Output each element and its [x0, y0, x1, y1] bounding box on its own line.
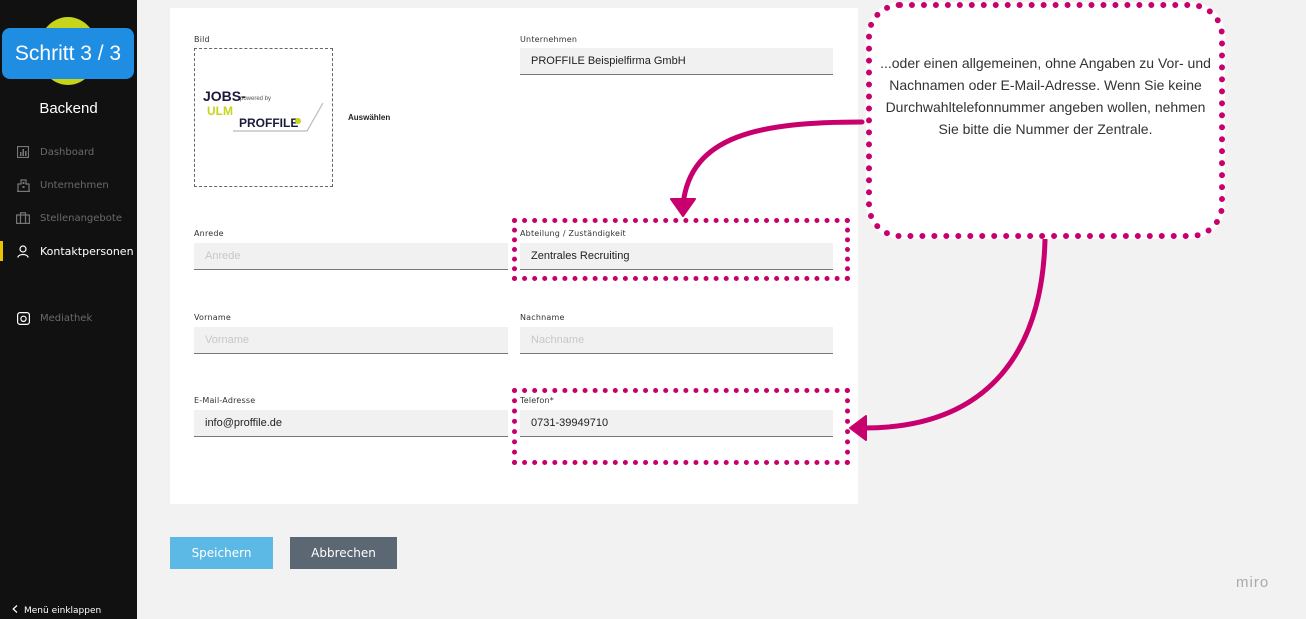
collapse-menu-button[interactable]: Menü einklappen [12, 605, 101, 616]
sidebar: Schritt 3 / 3 Backend Dashboard Unterneh… [0, 0, 137, 619]
company-logo-image: JOBS- ULM powered by PROFFILE [203, 88, 324, 132]
sidebar-item-label: Unternehmen [40, 179, 109, 191]
email-input[interactable]: info@proffile.de [194, 410, 508, 437]
logo-text-brand: PROFFILE [239, 116, 298, 130]
cancel-button[interactable]: Abbrechen [290, 537, 397, 569]
image-dropzone[interactable]: JOBS- ULM powered by PROFFILE [194, 48, 333, 187]
logo-text-powered: powered by [240, 96, 271, 102]
sidebar-item-label: Dashboard [40, 146, 95, 158]
camera-icon [16, 311, 30, 325]
choose-image-button[interactable]: Auswählen [348, 113, 390, 122]
sidebar-item-label: Mediathek [40, 312, 93, 324]
sidebar-item-mediathek[interactable]: Mediathek [0, 305, 137, 331]
sidebar-item-kontaktpersonen[interactable]: Kontaktpersonen [0, 238, 137, 264]
email-label: E-Mail-Adresse [194, 396, 256, 405]
miro-watermark: miro [1236, 574, 1270, 591]
save-button[interactable]: Speichern [170, 537, 273, 569]
sidebar-item-label: Stellenangebote [40, 212, 122, 224]
sidebar-item-unternehmen[interactable]: Unternehmen [0, 172, 137, 198]
person-icon [16, 244, 30, 258]
annotation-text: ...oder einen allgemeinen, ohne Angaben … [880, 55, 1211, 137]
logo-text-ulm: ULM [207, 104, 233, 118]
firstname-input[interactable] [194, 327, 508, 354]
briefcase-icon [16, 211, 30, 225]
collapse-label: Menü einklappen [24, 605, 102, 616]
step-badge: Schritt 3 / 3 [2, 28, 134, 79]
firstname-label: Vorname [194, 313, 231, 322]
company-label: Unternehmen [520, 35, 578, 44]
building-icon [16, 178, 30, 192]
salutation-label: Anrede [194, 229, 224, 238]
company-field[interactable]: PROFFILE Beispielfirma GmbH [520, 48, 833, 75]
phone-highlight [512, 388, 850, 465]
lastname-label: Nachname [520, 313, 565, 322]
annotation-bubble: ...oder einen allgemeinen, ohne Angaben … [866, 2, 1225, 239]
sidebar-title: Backend [39, 100, 98, 117]
salutation-input[interactable] [194, 243, 508, 270]
sidebar-item-dashboard[interactable]: Dashboard [0, 139, 137, 165]
sidebar-item-stellenangebote[interactable]: Stellenangebote [0, 205, 137, 231]
chevron-left-icon [12, 605, 18, 616]
department-highlight [512, 218, 850, 281]
image-label: Bild [194, 35, 210, 44]
arrow-to-phone [861, 237, 1048, 431]
sidebar-item-label: Kontaktpersonen [40, 244, 134, 258]
lastname-input[interactable] [520, 327, 833, 354]
dashboard-icon [16, 145, 30, 159]
